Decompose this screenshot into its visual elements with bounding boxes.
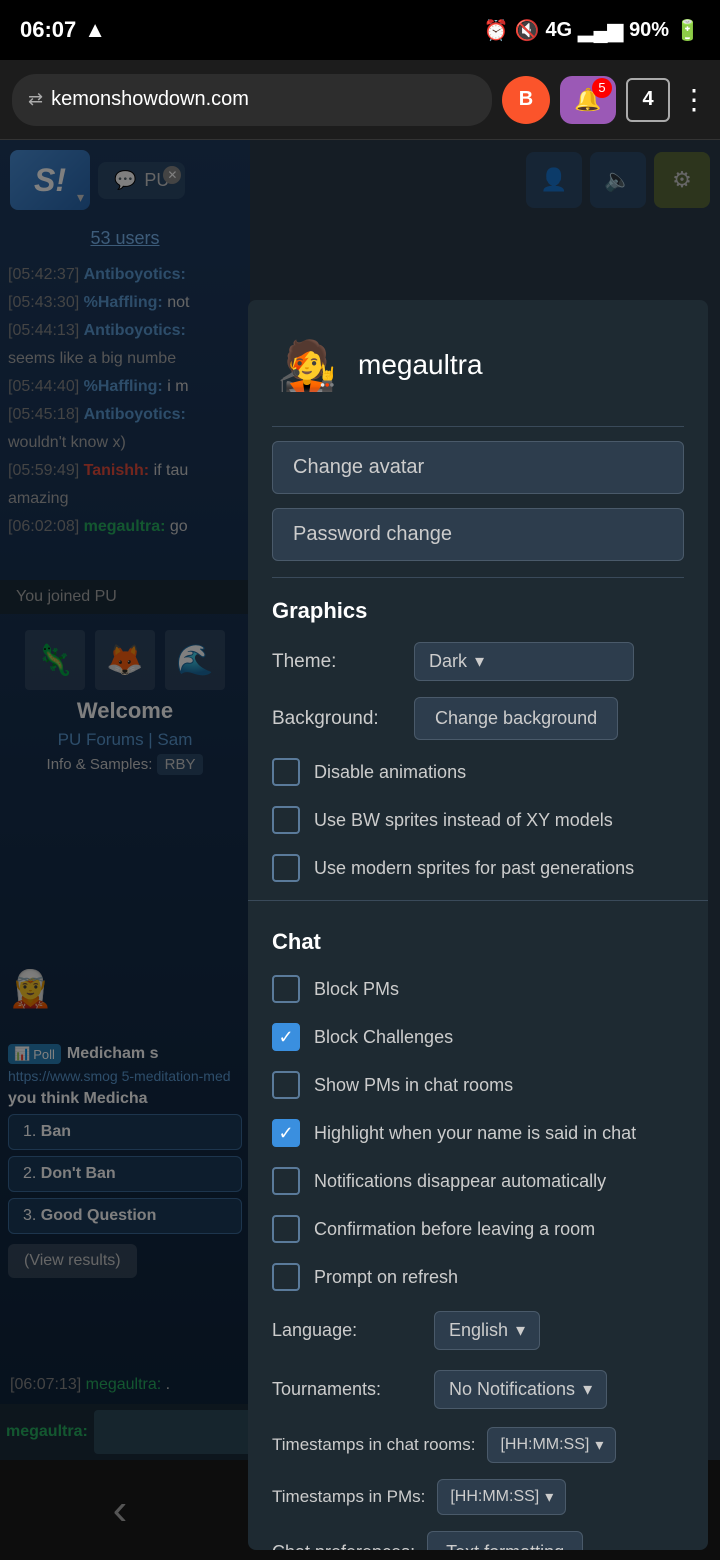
url-text: kemonshowdown.com — [51, 88, 249, 111]
checkbox-block-challenges: ✓ Block Challenges — [248, 1013, 708, 1061]
graphics-section-title: Graphics — [248, 578, 708, 634]
check-mark: ✓ — [278, 1027, 293, 1048]
chat-preferences-label: Chat preferences: — [272, 1542, 415, 1550]
language-label: Language: — [272, 1320, 422, 1341]
timestamps-rooms-select[interactable]: [HH:MM:SS] ▾ — [487, 1427, 616, 1463]
show-pms-label: Show PMs in chat rooms — [314, 1075, 513, 1096]
checkbox-disable-animations: Disable animations — [248, 748, 708, 796]
timestamps-pms-dropdown-icon: ▾ — [545, 1487, 553, 1507]
browser-url-bar[interactable]: ⇄ kemonshowdown.com — [12, 74, 492, 126]
tournaments-row: Tournaments: No Notifications ▾ — [248, 1360, 708, 1419]
highlight-name-checkbox[interactable]: ✓ — [272, 1119, 300, 1147]
notification-count: 5 — [592, 78, 612, 98]
divider-1 — [272, 426, 684, 427]
brave-browser-icon[interactable]: B — [502, 76, 550, 124]
username-label: megaultra — [358, 349, 483, 381]
disable-animations-checkbox[interactable] — [272, 758, 300, 786]
main-area: S! ▾ 💬 PU ✕ 👤 🔈 ⚙ 53 users [05:42:37] An — [0, 140, 720, 1560]
disable-animations-label: Disable animations — [314, 762, 466, 783]
status-bar: 06:07 ▲ ⏰ 🔇 4G ▂▄▆ 90% 🔋 — [0, 0, 720, 60]
block-pms-checkbox[interactable] — [272, 975, 300, 1003]
theme-value: Dark — [429, 651, 467, 672]
confirm-leave-label: Confirmation before leaving a room — [314, 1219, 595, 1240]
chat-preferences-row: Chat preferences: Text formatting — [248, 1523, 708, 1550]
checkbox-block-pms: Block PMs — [248, 965, 708, 1013]
chat-section-title: Chat — [248, 909, 708, 965]
tournaments-value: No Notifications — [449, 1379, 575, 1400]
block-challenges-checkbox[interactable]: ✓ — [272, 1023, 300, 1051]
notifs-disappear-checkbox[interactable] — [272, 1167, 300, 1195]
prompt-refresh-label: Prompt on refresh — [314, 1267, 458, 1288]
checkbox-show-pms: Show PMs in chat rooms — [248, 1061, 708, 1109]
theme-label: Theme: — [272, 651, 402, 673]
language-value: English — [449, 1320, 508, 1341]
timestamps-rooms-dropdown-icon: ▾ — [595, 1435, 603, 1455]
status-right: ⏰ 🔇 4G ▂▄▆ 90% 🔋 — [484, 18, 700, 43]
notification-bell[interactable]: 🔔 5 — [560, 76, 616, 124]
modern-sprites-checkbox[interactable] — [272, 854, 300, 882]
status-mute: 🔇 — [515, 18, 540, 43]
password-change-button[interactable]: Password change — [272, 508, 684, 561]
checkbox-confirm-leave: Confirmation before leaving a room — [248, 1205, 708, 1253]
notifs-disappear-label: Notifications disappear automatically — [314, 1171, 606, 1192]
timestamps-pms-select[interactable]: [HH:MM:SS] ▾ — [437, 1479, 566, 1515]
modern-sprites-label: Use modern sprites for past generations — [314, 858, 634, 879]
theme-dropdown-icon: ▾ — [475, 651, 484, 672]
prompt-refresh-checkbox[interactable] — [272, 1263, 300, 1291]
theme-select[interactable]: Dark ▾ — [414, 642, 634, 681]
background-label: Background: — [272, 708, 402, 730]
status-signal: 4G — [545, 19, 572, 42]
status-battery-icon: 🔋 — [675, 18, 700, 43]
background-row: Background: Change background — [248, 689, 708, 748]
tab-count[interactable]: 4 — [626, 78, 670, 122]
browser-bar: ⇄ kemonshowdown.com B 🔔 5 4 ⋮ — [0, 60, 720, 140]
timestamps-rooms-value: [HH:MM:SS] — [500, 1436, 589, 1454]
confirm-leave-checkbox[interactable] — [272, 1215, 300, 1243]
timestamps-rooms-row: Timestamps in chat rooms: [HH:MM:SS] ▾ — [248, 1419, 708, 1471]
timestamps-rooms-label: Timestamps in chat rooms: — [272, 1435, 475, 1455]
timestamps-pms-value: [HH:MM:SS] — [450, 1488, 539, 1506]
status-left: 06:07 ▲ — [20, 17, 106, 43]
user-header: 🧑‍🎤 megaultra — [248, 300, 708, 426]
timestamps-pms-row: Timestamps in PMs: [HH:MM:SS] ▾ — [248, 1471, 708, 1523]
text-formatting-button[interactable]: Text formatting — [427, 1531, 583, 1550]
tournaments-dropdown-icon: ▾ — [583, 1379, 592, 1400]
theme-row: Theme: Dark ▾ — [248, 634, 708, 689]
bw-sprites-checkbox[interactable] — [272, 806, 300, 834]
status-warning: ▲ — [84, 17, 106, 43]
language-dropdown-icon: ▾ — [516, 1320, 525, 1341]
checkbox-notifs-disappear: Notifications disappear automatically — [248, 1157, 708, 1205]
user-avatar: 🧑‍🎤 — [272, 320, 342, 410]
status-battery: 90% — [629, 19, 669, 42]
language-row: Language: English ▾ — [248, 1301, 708, 1360]
status-time: 06:07 — [20, 17, 76, 43]
tournaments-select[interactable]: No Notifications ▾ — [434, 1370, 607, 1409]
timestamps-pms-label: Timestamps in PMs: — [272, 1487, 425, 1507]
divider-3 — [248, 900, 708, 901]
block-pms-label: Block PMs — [314, 979, 399, 1000]
status-bars: ▂▄▆ — [578, 18, 623, 43]
change-background-button[interactable]: Change background — [414, 697, 618, 740]
show-pms-checkbox[interactable] — [272, 1071, 300, 1099]
status-alarm: ⏰ — [484, 18, 509, 43]
checkbox-prompt-refresh: Prompt on refresh — [248, 1253, 708, 1301]
settings-panel: 🧑‍🎤 megaultra Change avatar Password cha… — [248, 300, 708, 1550]
url-security-icon: ⇄ — [28, 89, 43, 110]
checkbox-highlight-name: ✓ Highlight when your name is said in ch… — [248, 1109, 708, 1157]
language-select[interactable]: English ▾ — [434, 1311, 540, 1350]
more-menu-button[interactable]: ⋮ — [680, 83, 708, 116]
check-mark-2: ✓ — [278, 1123, 293, 1144]
checkbox-modern-sprites: Use modern sprites for past generations — [248, 844, 708, 892]
tournaments-label: Tournaments: — [272, 1379, 422, 1400]
highlight-name-label: Highlight when your name is said in chat — [314, 1123, 636, 1144]
checkbox-bw-sprites: Use BW sprites instead of XY models — [248, 796, 708, 844]
block-challenges-label: Block Challenges — [314, 1027, 453, 1048]
change-avatar-button[interactable]: Change avatar — [272, 441, 684, 494]
bw-sprites-label: Use BW sprites instead of XY models — [314, 810, 613, 831]
